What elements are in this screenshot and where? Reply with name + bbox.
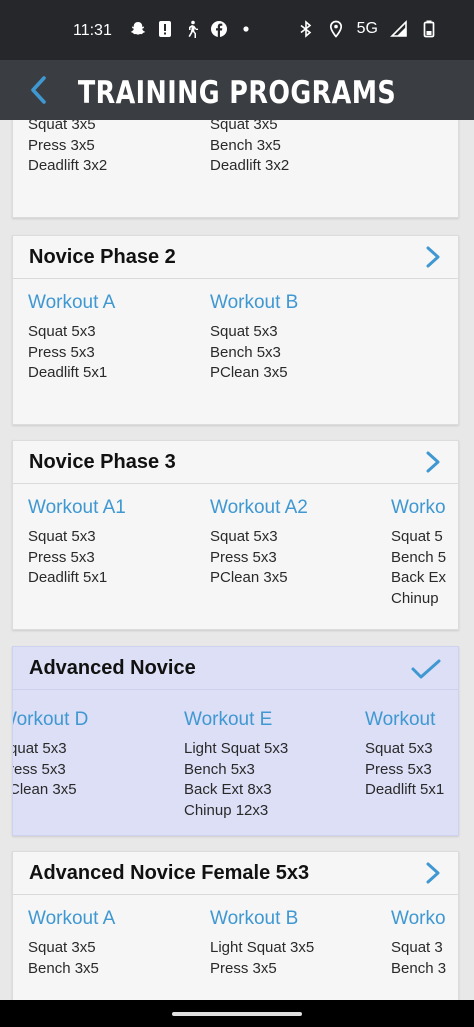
exercise-item: Press 5x3	[210, 548, 277, 566]
clock: 11:31	[73, 22, 112, 39]
workout-column: Workout B Squat 5x3 Bench 5x3 PClean 3x5	[210, 292, 390, 384]
workout-column: Workout Squat 5x3 Press 5x3 Deadlift 5x1	[365, 709, 458, 801]
exercise-item: Light Squat 3x5	[210, 939, 315, 956]
exercise-item: Squat 5	[391, 528, 443, 545]
exercise-item: Press 5x3	[28, 548, 95, 566]
exercise-item: Squat 5x3	[210, 528, 278, 545]
workout-name: Workout	[365, 709, 436, 730]
exercise-item: Deadlift 3x2	[210, 157, 290, 175]
exercise-item: Chinup 12x3	[184, 801, 269, 819]
exercise-item: Light Squat 5x3	[184, 740, 289, 757]
workout-row: Workout A Squat 5x3 Press 5x3 Deadlift 5…	[13, 236, 458, 424]
exercise-item: Press 3x5	[28, 136, 95, 154]
system-icons: 5G	[297, 20, 438, 38]
page-title: TRAINING PROGRAMS	[77, 75, 397, 111]
workout-column: Worko Squat 3 Bench 3	[391, 908, 458, 979]
exercise-item: Deadlift 5x1	[28, 569, 108, 587]
program-list[interactable]: Squat 3x5 Press 3x5 Deadlift 3x2 Squat 3…	[0, 120, 474, 1000]
exercise-item: Deadlift 5x1	[28, 364, 108, 382]
program-card-advanced-novice-female[interactable]: Advanced Novice Female 5x3 Workout A Squ…	[12, 851, 459, 1000]
exercise-item: Bench 3x5	[210, 136, 281, 154]
exercise-item: Squat 5x3	[13, 740, 67, 757]
exercise-item: Squat 3x5	[210, 120, 278, 133]
exercise-item: Press 5x3	[28, 343, 95, 361]
facebook-icon	[211, 21, 227, 37]
workout-name: Worko	[391, 497, 446, 518]
status-bar: 11:31 5G	[0, 0, 474, 60]
network-type: 5G	[356, 20, 378, 37]
workout-column: Squat 3x5 Press 3x5 Deadlift 3x2	[28, 120, 208, 177]
exercise-item: Bench 3x5	[28, 959, 99, 977]
walking-icon	[188, 20, 198, 38]
program-card-previous[interactable]: Squat 3x5 Press 3x5 Deadlift 3x2 Squat 3…	[12, 120, 459, 218]
exercise-item: Bench 3	[391, 959, 447, 977]
signal-icon	[390, 20, 407, 37]
alert-icon	[159, 21, 171, 37]
workout-column: Workout A1 Squat 5x3 Press 5x3 Deadlift …	[28, 497, 208, 589]
app-bar: TRAINING PROGRAMS	[0, 60, 474, 120]
exercise-item: Deadlift 5x1	[365, 781, 445, 799]
workout-name: Workout E	[184, 709, 273, 730]
workout-row[interactable]: Workout A Squat 3x5 Bench 3x5 Workout B …	[13, 852, 458, 1000]
exercise-item: Press 5x3	[13, 760, 66, 778]
program-card-advanced-novice[interactable]: Advanced Novice Workout D Squat 5x3 Pres…	[12, 646, 459, 836]
bluetooth-icon	[300, 20, 311, 38]
exercise-item: Chinup	[391, 589, 439, 607]
notification-icons	[129, 20, 255, 38]
workout-name: Workout A	[28, 908, 116, 929]
exercise-item: Bench 5	[391, 548, 447, 566]
workout-row[interactable]: Workout D Squat 5x3 Press 5x3 PClean 3x5…	[13, 647, 458, 835]
workout-row[interactable]: Workout A1 Squat 5x3 Press 5x3 Deadlift …	[13, 441, 458, 629]
battery-icon	[423, 20, 435, 38]
workout-name: Workout B	[210, 908, 299, 929]
workout-name: Workout A1	[28, 497, 126, 518]
workout-column: Worko Squat 5 Bench 5 Back Ex Chinup	[391, 497, 458, 609]
location-icon	[329, 20, 342, 38]
exercise-item: Squat 5x3	[28, 528, 96, 545]
workout-column: Workout A Squat 3x5 Bench 3x5	[28, 908, 208, 979]
more-notifications-dot	[243, 26, 249, 32]
workout-name: Workout B	[210, 292, 299, 313]
workout-name: Workout D	[13, 709, 89, 730]
workout-name: Worko	[391, 908, 446, 929]
exercise-item: PClean 3x5	[210, 364, 288, 382]
workout-name: Workout A2	[210, 497, 308, 518]
program-card-novice-phase-2[interactable]: Novice Phase 2 Workout A Squat 5x3 Press…	[12, 235, 459, 425]
gesture-navigation-bar	[0, 1000, 474, 1027]
workout-column: Workout D Squat 5x3 Press 5x3 PClean 3x5	[13, 709, 179, 801]
exercise-item: Press 3x5	[210, 959, 277, 977]
exercise-item: Squat 5x3	[365, 740, 433, 757]
workout-column: Workout E Light Squat 5x3 Bench 5x3 Back…	[184, 709, 364, 821]
exercise-item: Squat 3x5	[28, 939, 96, 956]
exercise-item: Squat 5x3	[210, 323, 278, 340]
exercise-item: Press 5x3	[365, 760, 432, 778]
exercise-item: Deadlift 3x2	[28, 157, 108, 175]
exercise-item: Bench 5x3	[210, 343, 281, 361]
workout-column: Squat 3x5 Bench 3x5 Deadlift 3x2	[210, 120, 390, 177]
exercise-item: Squat 3x5	[28, 120, 96, 133]
workout-column: Workout A Squat 5x3 Press 5x3 Deadlift 5…	[28, 292, 208, 384]
workout-column: Workout B Light Squat 3x5 Press 3x5	[210, 908, 390, 979]
exercise-item: Bench 5x3	[184, 760, 255, 778]
workout-name: Workout A	[28, 292, 116, 313]
home-gesture-handle[interactable]	[172, 1012, 302, 1016]
exercise-item: Back Ex	[391, 569, 447, 587]
program-card-novice-phase-3[interactable]: Novice Phase 3 Workout A1 Squat 5x3 Pres…	[12, 440, 459, 630]
exercise-item: PClean 3x5	[13, 781, 77, 799]
workout-row: Squat 3x5 Press 3x5 Deadlift 3x2 Squat 3…	[13, 120, 458, 217]
exercise-item: Squat 5x3	[28, 323, 96, 340]
snapchat-icon	[130, 22, 146, 35]
workout-column: Workout A2 Squat 5x3 Press 5x3 PClean 3x…	[210, 497, 390, 589]
exercise-item: Back Ext 8x3	[184, 781, 272, 799]
exercise-item: PClean 3x5	[210, 569, 288, 587]
exercise-item: Squat 3	[391, 939, 443, 956]
